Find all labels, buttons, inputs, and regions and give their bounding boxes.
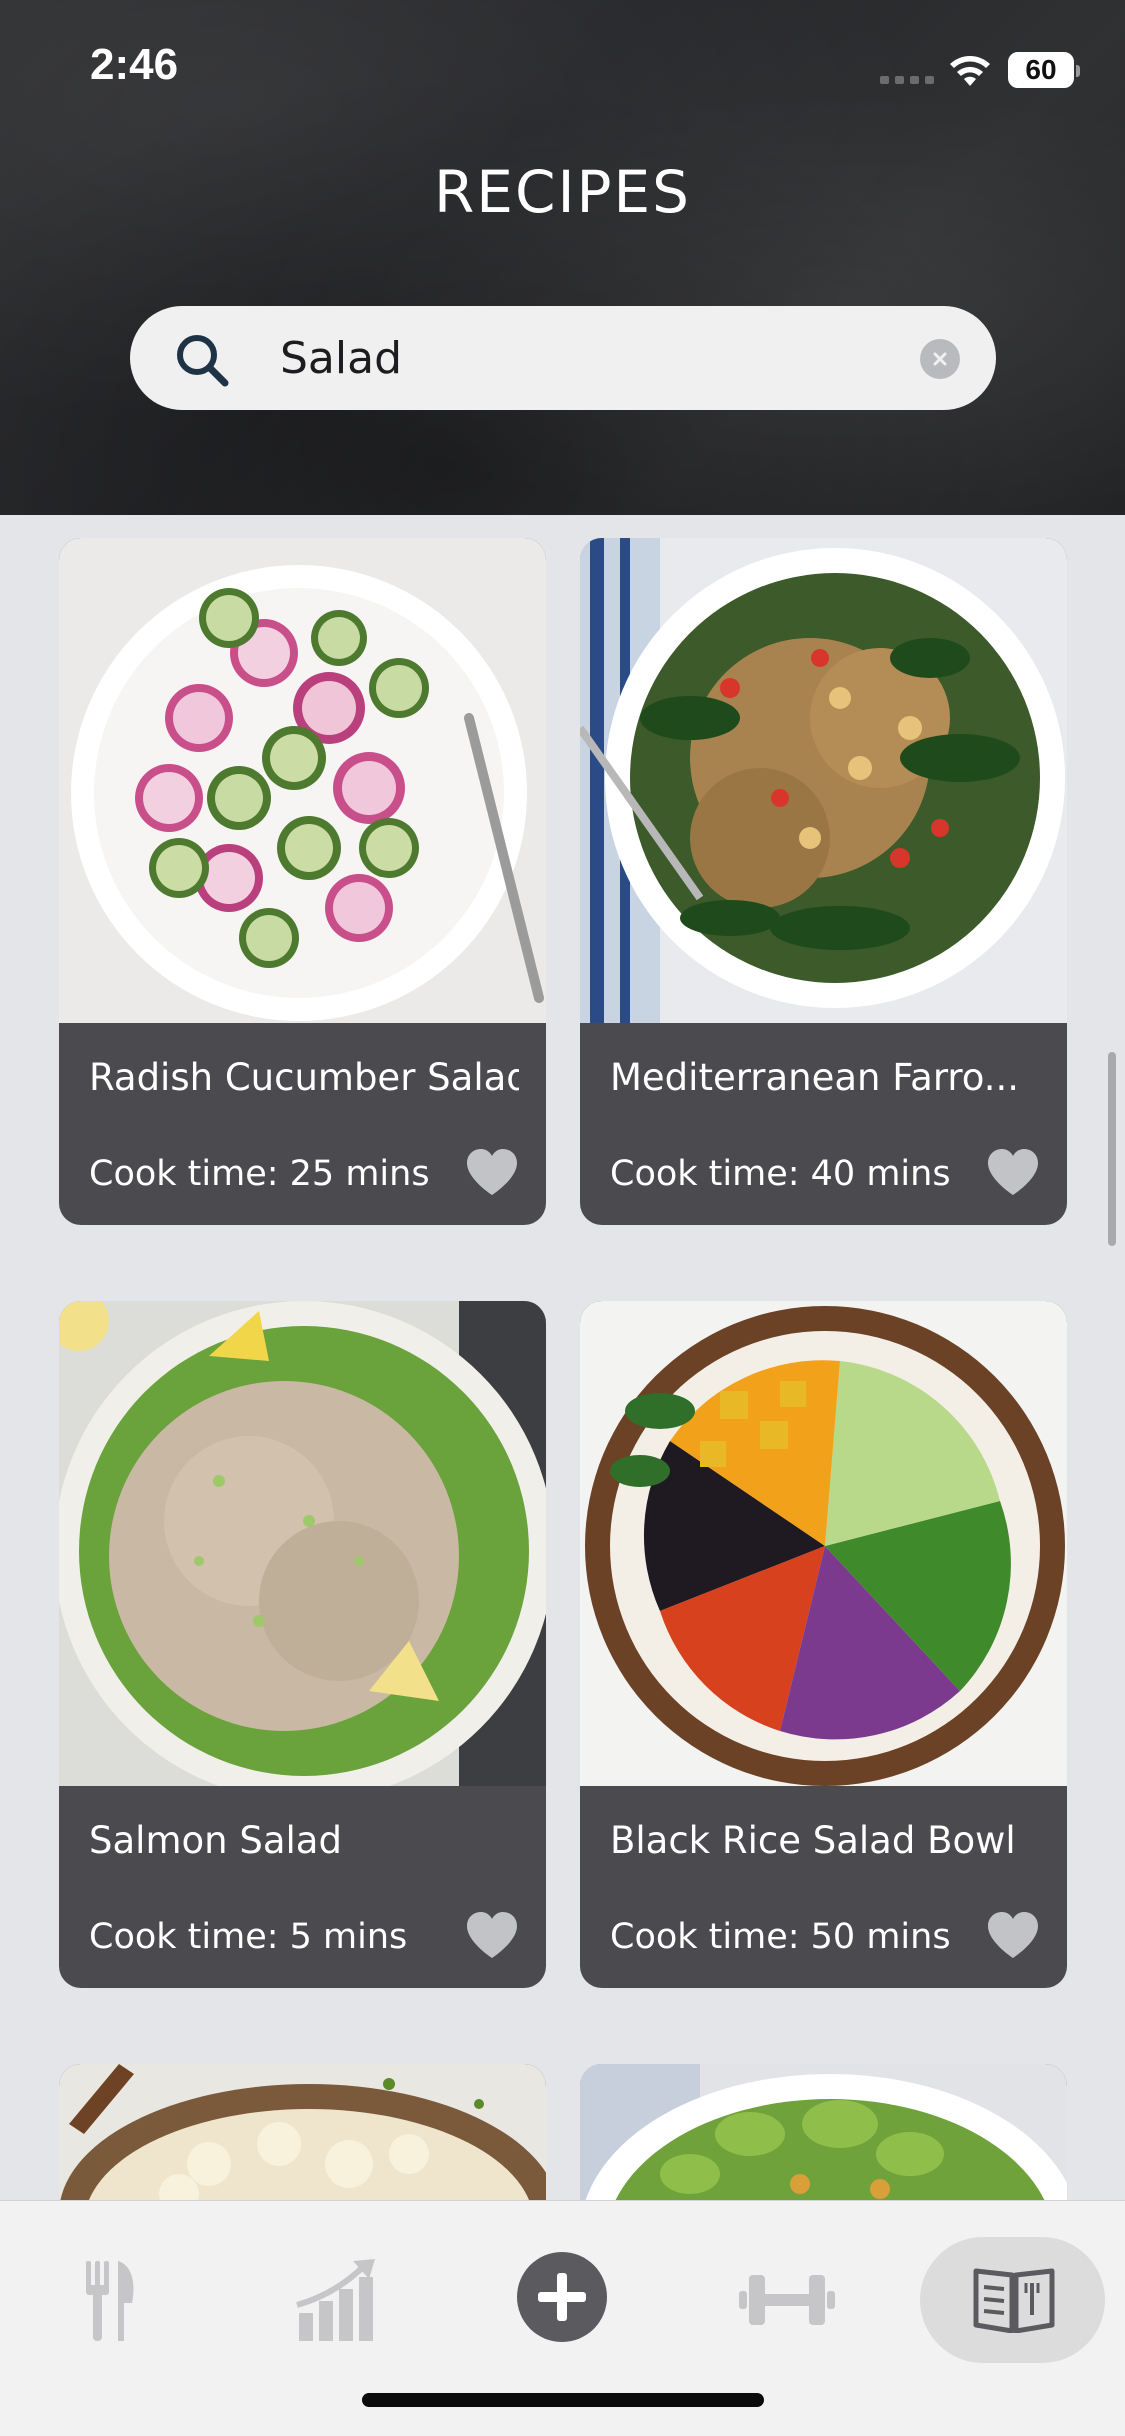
dumbbell-icon — [739, 2275, 835, 2325]
page-title: RECIPES — [434, 158, 691, 226]
wifi-icon — [950, 56, 990, 86]
tab-recipes[interactable] — [922, 2231, 1102, 2351]
recipe-image-partial-2 — [580, 2064, 1067, 2200]
recipe-card[interactable] — [580, 2064, 1067, 2200]
tab-meals[interactable] — [22, 2231, 202, 2351]
clear-search-button[interactable] — [920, 339, 960, 379]
recipe-image-black-rice-salad-bowl — [580, 1301, 1067, 1786]
home-indicator[interactable] — [362, 2393, 764, 2407]
cook-time: Cook time: 25 mins — [89, 1154, 430, 1194]
heart-icon[interactable] — [464, 1147, 520, 1197]
status-time: 2:46 — [90, 40, 179, 89]
search-bar[interactable] — [130, 306, 996, 410]
heart-icon[interactable] — [985, 1147, 1041, 1197]
recipe-card[interactable]: Black Rice Salad Bowl Cook time: 50 mins — [580, 1301, 1067, 1988]
search-input[interactable] — [280, 326, 880, 390]
cook-time: Cook time: 40 mins — [610, 1154, 951, 1194]
heart-icon[interactable] — [985, 1910, 1041, 1960]
cellular-signal-icon — [880, 76, 936, 84]
recipe-image-radish-cucumber-salad — [59, 538, 546, 1023]
tab-progress[interactable] — [247, 2231, 427, 2351]
fork-knife-icon — [86, 2261, 134, 2341]
search-icon — [177, 335, 229, 387]
cook-time: Cook time: 50 mins — [610, 1917, 951, 1957]
recipe-card[interactable]: Mediterranean Farro... Cook time: 40 min… — [580, 538, 1067, 1225]
chart-growth-icon — [296, 2259, 375, 2341]
recipe-card[interactable]: Salmon Salad Cook time: 5 mins — [59, 1301, 546, 1988]
scrollbar[interactable] — [1108, 1052, 1116, 1246]
battery-icon: 60 — [1008, 52, 1080, 88]
plus-circle-icon — [517, 2252, 607, 2342]
header: 2:46 60 RECIPES — [0, 0, 1125, 515]
tab-add[interactable] — [472, 2231, 652, 2351]
recipe-title: Radish Cucumber Salad — [89, 1056, 519, 1099]
tab-workouts[interactable] — [697, 2231, 877, 2351]
recipe-title: Mediterranean Farro... — [610, 1056, 1020, 1099]
recipe-image-salmon-salad — [59, 1301, 546, 1786]
recipe-card[interactable]: Radish Cucumber Salad Cook time: 25 mins — [59, 538, 546, 1225]
recipe-card[interactable] — [59, 2064, 546, 2200]
recipe-image-partial-1 — [59, 2064, 546, 2200]
recipe-book-icon — [973, 2268, 1055, 2333]
recipe-title: Salmon Salad — [89, 1819, 342, 1862]
heart-icon[interactable] — [464, 1910, 520, 1960]
cook-time: Cook time: 5 mins — [89, 1917, 408, 1957]
close-icon — [933, 352, 947, 366]
recipe-image-mediterranean-farro — [580, 538, 1067, 1023]
recipe-title: Black Rice Salad Bowl — [610, 1819, 1016, 1862]
